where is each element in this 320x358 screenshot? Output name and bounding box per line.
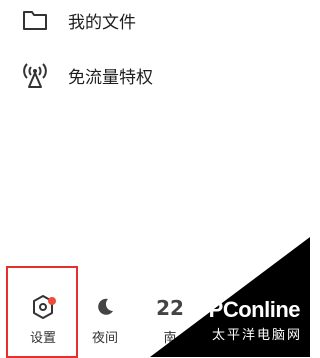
menu-item-label: 我的文件 (68, 12, 136, 33)
menu-item-my-files[interactable]: 我的文件 (0, 0, 240, 40)
night-mode-label: 夜间 (91, 331, 118, 346)
menu-item-label: 免流量特权 (68, 67, 153, 88)
broadcast-icon (20, 60, 50, 90)
watermark-brand: PConline (208, 297, 301, 322)
notification-dot (48, 297, 56, 305)
moon-icon (94, 293, 116, 321)
night-mode-button[interactable]: 夜间 (82, 285, 128, 357)
settings-highlight-box (6, 266, 78, 358)
menu-item-free-traffic[interactable]: 免流量特权 (0, 55, 240, 95)
watermark-subtitle: 太平洋电脑网 (211, 328, 302, 343)
folder-icon (20, 5, 50, 35)
